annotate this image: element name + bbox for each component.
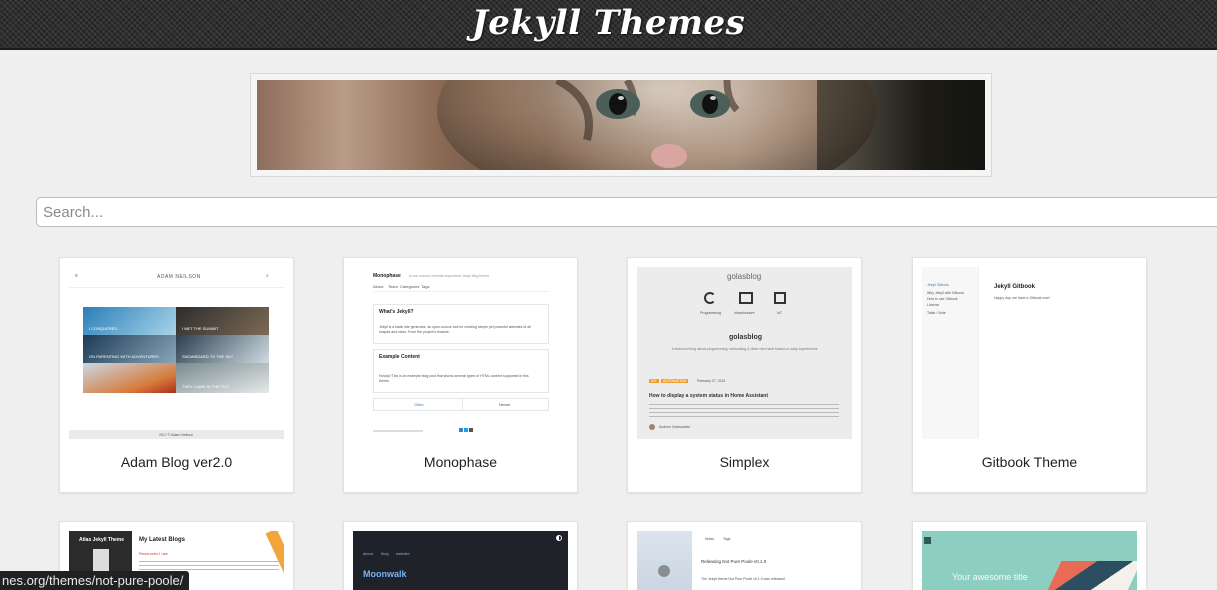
theme-name[interactable]: Adam Blog ver2.0 [60, 454, 293, 470]
preview-excerpt [649, 404, 839, 418]
tile-caption: I CONQUERED... [89, 326, 121, 331]
theme-card-adam-blog[interactable]: ≡ ADAM NEILSON ⌕ I CONQUERED... I MET TH… [59, 257, 294, 493]
preview-nav-item: Tags [723, 537, 731, 541]
server-icon [739, 292, 753, 304]
menu-icon: ≡ [75, 273, 78, 279]
preview-category: Infrastructure [734, 311, 755, 315]
theme-thumbnail[interactable]: golasblog Programming Infrastructure IoT… [637, 267, 852, 439]
preview-nav-item: Team [388, 284, 398, 289]
divider [373, 291, 549, 292]
preview-date: February 07, 2021 [697, 379, 726, 383]
preview-logo [924, 537, 931, 544]
preview-post-title: Example Content [379, 354, 420, 360]
preview-title: Moonwalk [363, 569, 407, 579]
preview-nav-item: website [396, 551, 410, 556]
avatar [658, 565, 670, 577]
preview-pencil [265, 531, 284, 588]
theme-thumbnail[interactable]: Jekyll Gitbook Why Jekyll with Gitbook H… [922, 267, 1137, 439]
preview-tile [83, 363, 176, 393]
theme-thumbnail[interactable]: Monophase A one column minimal responsiv… [353, 267, 568, 439]
preview-heading: My Latest Blogs [139, 537, 186, 543]
theme-thumbnail[interactable]: Your awesome title [922, 531, 1137, 590]
preview-post: Example Content Howdy! This is an exampl… [373, 349, 549, 393]
theme-toggle-icon [556, 535, 562, 541]
kitten-photo [437, 80, 985, 170]
preview-title: Monophase [373, 273, 401, 279]
theme-card-awesome[interactable]: Your awesome title [912, 521, 1147, 590]
site-title[interactable]: Jekyll Themes [0, 0, 1217, 46]
preview-text: The Jekyll theme Not Pure Poole v0.1.0 w… [701, 577, 786, 581]
preview-nav-item: Categories [400, 284, 420, 289]
tile-caption: THEY CAME IN THE FOG [182, 384, 230, 389]
theme-card-simplex[interactable]: golasblog Programming Infrastructure IoT… [627, 257, 862, 493]
preview-post-title: How to display a system status in Home A… [649, 393, 769, 399]
preview-title: golasblog [729, 334, 763, 341]
preview-nav-item: about [363, 551, 374, 556]
status-bar-url: nes.org/themes/not-pure-poole/ [0, 571, 190, 590]
theme-card-moonwalk[interactable]: about blog website Moonwalk [343, 521, 578, 590]
tile-caption: I MET THE SUMMIT [182, 326, 219, 331]
preview-post-body: Jekyll is a static site generator, an op… [379, 325, 531, 334]
preview-pager: Older Newer [373, 398, 549, 411]
preview-tag: AUTOMATION [661, 379, 689, 383]
theme-card-not-pure-poole[interactable]: Notes Tags Releasing Not Pure Poole v0.1… [627, 521, 862, 590]
preview-title: Jekyll Gitbook [994, 284, 1036, 290]
theme-thumbnail[interactable]: ≡ ADAM NEILSON ⌕ I CONQUERED... I MET TH… [69, 267, 284, 439]
preview-author: Andrew Golasowski [659, 425, 690, 429]
theme-name[interactable]: Simplex [628, 454, 861, 470]
preview-title: Atlas Jekyll Theme [79, 537, 125, 543]
preview-subheading: Resources I use [139, 551, 168, 556]
preview-nav-item: blog [381, 551, 389, 556]
avatar [649, 424, 655, 430]
preview-excerpt [139, 561, 279, 571]
preview-nav-item: About [373, 284, 384, 289]
preview-sidebar [637, 531, 692, 590]
preview-illustration [1042, 561, 1137, 590]
preview-text: Happy day, we have a Gitbook now! [994, 296, 1050, 300]
preview-category: Programming [700, 311, 722, 315]
theme-name[interactable]: Gitbook Theme [913, 454, 1146, 470]
theme-thumbnail[interactable]: about blog website Moonwalk [353, 531, 568, 590]
preview-brand: ADAM NEILSON [157, 274, 201, 280]
preview-post: What's Jekyll? Jekyll is a static site g… [373, 304, 549, 344]
preview-footer-text: 2017 © Adam Neilson [159, 433, 193, 437]
preview-footer-line [373, 430, 423, 432]
preview-sidebar-item: Jekyll Gitbook [927, 283, 949, 287]
theme-thumbnail[interactable]: Notes Tags Releasing Not Pure Poole v0.1… [637, 531, 852, 590]
banner-ad[interactable] [250, 73, 992, 177]
preview-sidebar-item: License [927, 303, 940, 307]
preview-tagline: A one column minimal responsive Jekyll b… [409, 274, 490, 278]
theme-card-gitbook[interactable]: Jekyll Gitbook Why Jekyll with Gitbook H… [912, 257, 1147, 493]
preview-title: Your awesome title [952, 572, 1028, 582]
preview-brand: golasblog [727, 272, 762, 281]
preview-older: Older [414, 402, 424, 407]
divider [69, 287, 284, 288]
tile-caption: SNOWBOARD TO THE SKY [182, 354, 234, 359]
theme-name[interactable]: Monophase [344, 454, 577, 470]
preview-nav-item: Tags [421, 284, 430, 289]
chip-icon [774, 292, 786, 304]
code-icon [704, 292, 716, 304]
divider [462, 399, 463, 410]
preview-newer: Newer [499, 402, 511, 407]
preview-desc: A technical blog about programming, netw… [671, 347, 819, 351]
preview-nav-item: Notes [705, 537, 715, 541]
preview-sidebar-item: Why Jekyll with Gitbook [927, 291, 964, 295]
preview-tag: IOT [649, 379, 659, 383]
preview-post-title: Releasing Not Pure Poole v0.1.0 [701, 559, 767, 564]
search-icon: ⌕ [266, 273, 269, 279]
banner-image[interactable] [257, 80, 985, 170]
search-input[interactable] [36, 197, 1217, 227]
social-icons [459, 428, 473, 432]
site-header: Jekyll Themes [0, 0, 1217, 50]
preview-sidebar-item: Table / Note [927, 311, 946, 315]
tile-caption: ON PARENTING WITH ADVENTURES [89, 354, 159, 359]
preview-post-title: What's Jekyll? [379, 309, 414, 315]
preview-sidebar-item: How to use Gitbook [927, 297, 958, 301]
theme-card-monophase[interactable]: Monophase A one column minimal responsiv… [343, 257, 578, 493]
preview-category: IoT [777, 311, 783, 315]
preview-post-body: Howdy! This is an example blog post that… [379, 374, 529, 383]
